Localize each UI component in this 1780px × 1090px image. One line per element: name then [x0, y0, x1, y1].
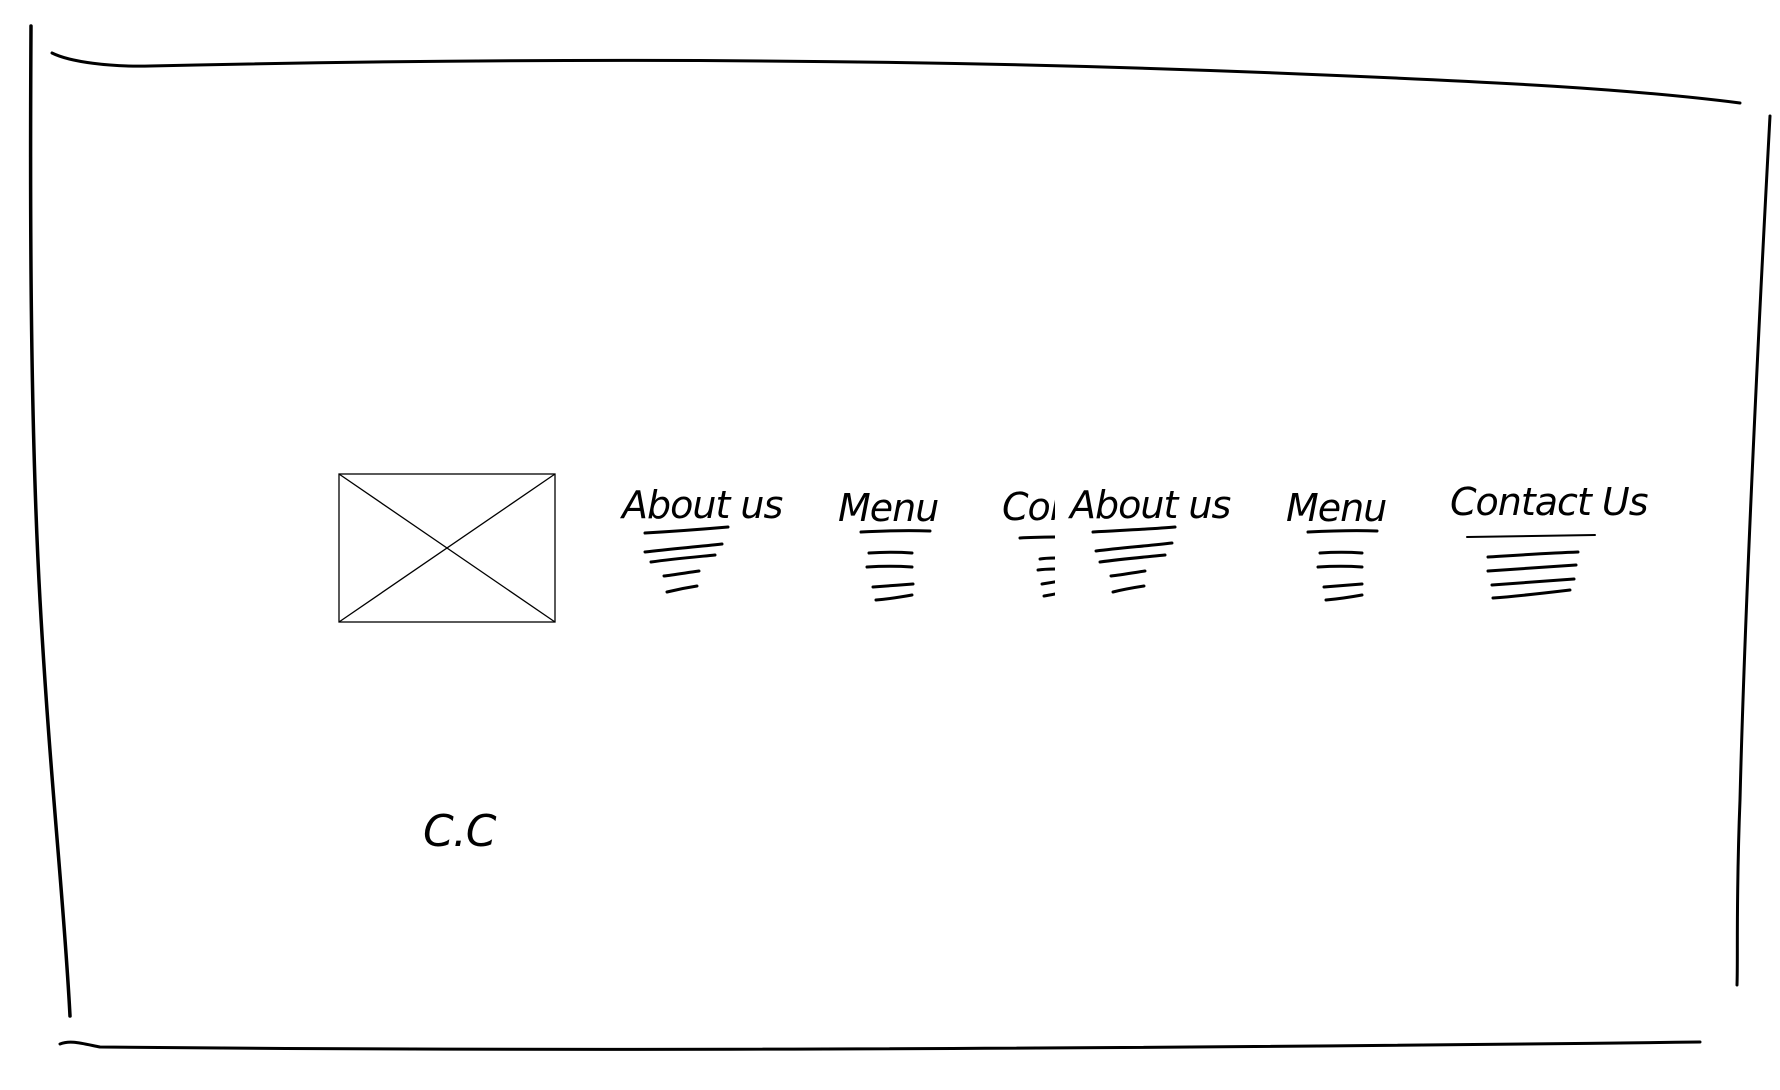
scribble-line	[1042, 592, 1055, 598]
scribble-line	[1316, 564, 1364, 569]
nav-item-about-us[interactable]: About us	[619, 483, 784, 594]
text-scribble-lines	[859, 529, 932, 602]
frame-left-edge	[28, 24, 72, 1018]
text-scribble-lines	[1306, 529, 1379, 602]
nav-item-about-us[interactable]: About us	[1067, 483, 1232, 594]
frame-right-edge	[1735, 114, 1772, 987]
nav-item-label: Menu	[1286, 486, 1386, 530]
nav-item-contact-us-cropped[interactable]: Con	[1002, 485, 1073, 598]
scribble-line	[1490, 577, 1576, 587]
scribble-line	[1098, 553, 1167, 564]
scribble-line	[665, 584, 699, 594]
scribble-line	[1040, 580, 1055, 586]
frame-top-edge	[50, 51, 1742, 105]
nav-item-contact-us[interactable]: Contact Us	[1450, 480, 1649, 600]
footer-text: C.C	[423, 806, 497, 857]
scribble-line	[1324, 593, 1364, 602]
scribble-line	[1036, 567, 1055, 572]
scribble-line	[1094, 541, 1174, 553]
scribble-line	[1306, 529, 1379, 534]
scribble-line	[1491, 588, 1572, 600]
scribble-line	[859, 529, 932, 534]
scribble-line	[874, 593, 914, 602]
scribble-line	[871, 582, 915, 589]
scribble-line	[643, 525, 730, 535]
cropped-column: Con	[1002, 485, 1073, 598]
nav-item-label: About us	[1067, 483, 1231, 527]
nav-item-label: Contact Us	[1450, 480, 1648, 524]
image-placeholder	[338, 473, 556, 623]
nav-item-menu[interactable]: Menu	[1286, 486, 1387, 602]
scribble-line	[1038, 556, 1055, 561]
scribble-line	[643, 542, 724, 554]
scribble-line	[1109, 569, 1147, 578]
text-scribble-lines	[1018, 535, 1055, 598]
page-frame	[28, 24, 1772, 1051]
nav-group-2: About us Menu Contact Us	[1067, 480, 1649, 602]
scribble-line	[865, 564, 914, 569]
text-scribble-lines	[643, 525, 730, 594]
scribble-line	[1322, 582, 1364, 589]
text-scribble-lines	[1466, 534, 1596, 600]
scribble-line	[1466, 534, 1596, 538]
scribble-line	[867, 550, 914, 555]
wireframe-sketch: About us Menu Con About us Menu Contact …	[28, 24, 1772, 1051]
scribble-line	[649, 553, 717, 564]
scribble-line	[1018, 535, 1055, 540]
nav-item-label: About us	[619, 483, 783, 527]
nav-item-menu[interactable]: Menu	[838, 486, 939, 602]
nav-group-1: About us Menu Con	[619, 483, 1073, 602]
scribble-line	[1111, 584, 1146, 594]
text-scribble-lines	[1091, 525, 1177, 594]
scribble-line	[1318, 550, 1364, 555]
scribble-line	[1486, 550, 1580, 559]
scribble-line	[1486, 563, 1578, 573]
scribble-line	[662, 569, 701, 578]
nav-item-label: Con	[1002, 485, 1073, 529]
scribble-line	[1091, 525, 1177, 534]
nav-item-label: Menu	[838, 486, 938, 530]
frame-bottom-edge	[58, 1040, 1702, 1051]
